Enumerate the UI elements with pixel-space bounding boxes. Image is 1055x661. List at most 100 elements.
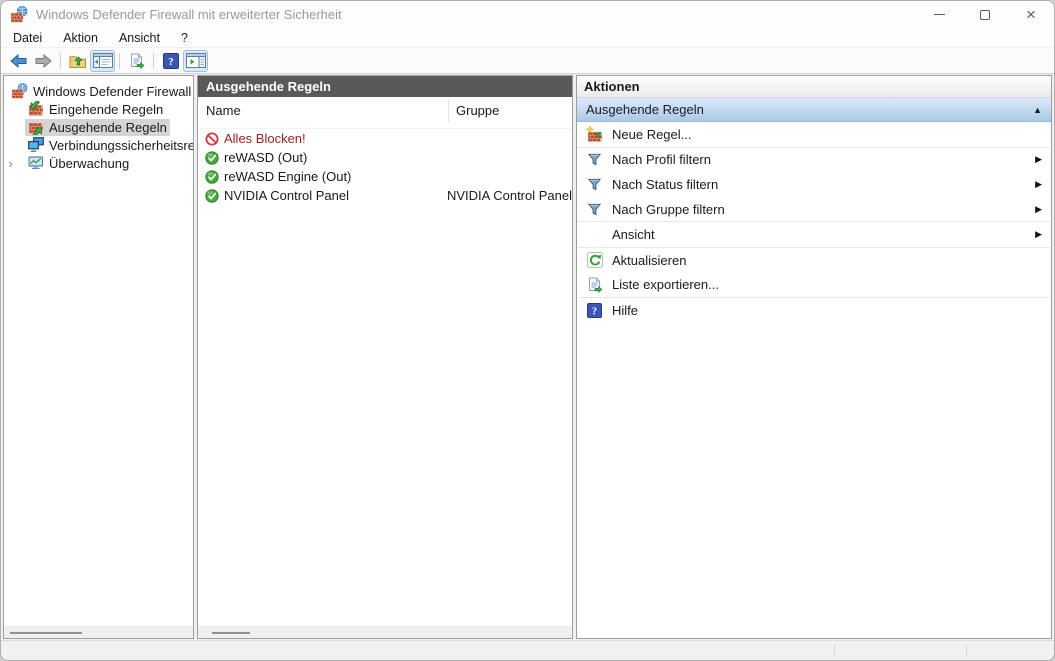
tree-node-root[interactable]: Windows Defender Firewall mit (9, 83, 193, 100)
empty-icon-slot (586, 226, 603, 243)
action-label: Liste exportieren... (612, 277, 719, 293)
submenu-arrow-icon: ▶ (1035, 154, 1042, 165)
tree-horizontal-scrollbar[interactable] (4, 626, 193, 638)
tree-root-label: Windows Defender Firewall mit (33, 83, 193, 99)
toolbar: ? (1, 47, 1054, 74)
tree-item-label: Eingehende Regeln (49, 101, 164, 117)
minimize-icon (933, 14, 945, 15)
tree-item-label: Ausgehende Regeln (49, 119, 167, 135)
allowed-icon (205, 169, 219, 184)
action-label: Nach Status filtern (612, 176, 719, 192)
actions-pane-title: Aktionen (577, 76, 1051, 98)
tree-item-connection-security[interactable]: Verbindungssicherheitsrege (4, 136, 193, 154)
submenu-arrow-icon: ▶ (1035, 203, 1042, 214)
filter-icon (587, 203, 602, 215)
submenu-arrow-icon: ▶ (1035, 229, 1042, 240)
console-tree-toggle-button[interactable] (90, 49, 115, 72)
action-filter-by-profile[interactable]: Nach Profil filtern ▶ (577, 148, 1051, 173)
rule-name: NVIDIA Control Panel (224, 188, 350, 203)
menu-aktion[interactable]: Aktion (63, 31, 98, 45)
action-filter-by-status[interactable]: Nach Status filtern ▶ (577, 172, 1051, 197)
console-tree-icon (92, 53, 113, 68)
close-icon: × (1026, 5, 1036, 24)
status-bar-divider (966, 645, 967, 656)
menu-bar: Datei Aktion Ansicht ? (1, 28, 1054, 47)
action-help[interactable]: ? Hilfe (577, 298, 1051, 323)
tree-item-outbound-rules[interactable]: Ausgehende Regeln (4, 118, 193, 136)
blocked-icon (205, 132, 219, 145)
list-horizontal-scrollbar[interactable] (198, 626, 572, 638)
export-list-button[interactable] (124, 50, 149, 72)
rule-row-alles-blocken[interactable]: Alles Blocken! (198, 129, 572, 148)
action-refresh[interactable]: Aktualisieren (577, 248, 1051, 273)
tree-item-inbound-rules[interactable]: Eingehende Regeln (4, 100, 193, 118)
firewall-globe-icon (12, 83, 28, 99)
new-rule-icon (586, 125, 602, 142)
caption-buttons: × (916, 1, 1054, 28)
svg-text:?: ? (168, 56, 174, 68)
main-area: Windows Defender Firewall mit (1, 74, 1054, 640)
firewall-app-icon (11, 6, 28, 23)
export-list-icon (130, 53, 145, 69)
menu-help[interactable]: ? (181, 31, 188, 45)
maximize-button[interactable] (962, 1, 1008, 28)
action-filter-by-group[interactable]: Nach Gruppe filtern ▶ (577, 197, 1051, 222)
action-label: Aktualisieren (612, 252, 687, 268)
up-folder-icon (69, 55, 86, 68)
tree-node-inbound[interactable]: Eingehende Regeln (25, 101, 166, 118)
rule-name: reWASD Engine (Out) (224, 169, 352, 184)
scrollbar-thumb[interactable] (212, 632, 250, 634)
maximize-icon (980, 9, 990, 20)
monitoring-icon (28, 156, 43, 169)
tree-root-row[interactable]: Windows Defender Firewall mit (4, 82, 193, 100)
filter-icon (587, 154, 602, 166)
menu-datei[interactable]: Datei (13, 31, 42, 45)
action-view[interactable]: Ansicht ▶ (577, 222, 1051, 247)
tree-node-outbound[interactable]: Ausgehende Regeln (25, 118, 170, 136)
up-level-button[interactable] (65, 50, 90, 72)
toolbar-separator (60, 52, 61, 69)
rule-row-rewasd-engine[interactable]: reWASD Engine (Out) (198, 167, 572, 186)
action-pane-toggle-button[interactable] (183, 49, 208, 72)
tree-node-connection-security[interactable]: Verbindungssicherheitsrege (25, 137, 193, 154)
actions-section-label: Ausgehende Regeln (586, 102, 704, 117)
status-bar-divider (834, 645, 835, 656)
action-label: Hilfe (612, 302, 639, 318)
scrollbar-thumb[interactable] (10, 632, 82, 634)
console-tree-pane: Windows Defender Firewall mit (3, 75, 194, 639)
column-divider[interactable] (448, 100, 449, 122)
rule-row-nvidia[interactable]: NVIDIA Control Panel NVIDIA Control Pane… (198, 186, 572, 205)
back-button[interactable] (6, 50, 31, 72)
column-header-group[interactable]: Gruppe (456, 103, 499, 118)
collapse-arrow-icon[interactable]: ▲ (1033, 105, 1042, 115)
toolbar-separator (119, 52, 120, 69)
forward-button[interactable] (31, 50, 56, 72)
column-header-name[interactable]: Name (206, 103, 241, 118)
forward-icon (35, 53, 52, 68)
inbound-rules-icon (29, 101, 43, 116)
actions-section-header[interactable]: Ausgehende Regeln ▲ (577, 98, 1051, 122)
back-icon (10, 53, 27, 68)
help-icon: ? (587, 302, 602, 318)
export-list-icon (588, 277, 603, 293)
tree-item-label: Überwachung (49, 155, 130, 171)
help-button[interactable]: ? (158, 50, 183, 72)
rules-list-pane: Ausgehende Regeln Name Gruppe Alles Bloc… (197, 75, 573, 639)
action-export-list[interactable]: Liste exportieren... (577, 273, 1051, 298)
help-icon: ? (162, 52, 179, 69)
menu-ansicht[interactable]: Ansicht (119, 31, 160, 45)
tree-item-monitoring[interactable]: › Überwachung (4, 154, 193, 172)
window-title: Windows Defender Firewall mit erweiterte… (36, 7, 342, 22)
action-pane-icon (185, 53, 206, 68)
tree-node-monitoring[interactable]: Überwachung (25, 155, 132, 172)
minimize-button[interactable] (916, 1, 962, 28)
close-button[interactable]: × (1008, 1, 1054, 28)
allowed-icon (205, 150, 219, 165)
status-bar (1, 640, 1054, 660)
rule-row-rewasd[interactable]: reWASD (Out) (198, 148, 572, 167)
rule-group: NVIDIA Control Panel (446, 188, 572, 203)
expand-chevron-icon[interactable]: › (4, 157, 17, 170)
action-new-rule[interactable]: Neue Regel... (577, 122, 1051, 147)
svg-text:?: ? (592, 306, 597, 317)
action-label: Nach Profil filtern (612, 152, 711, 168)
